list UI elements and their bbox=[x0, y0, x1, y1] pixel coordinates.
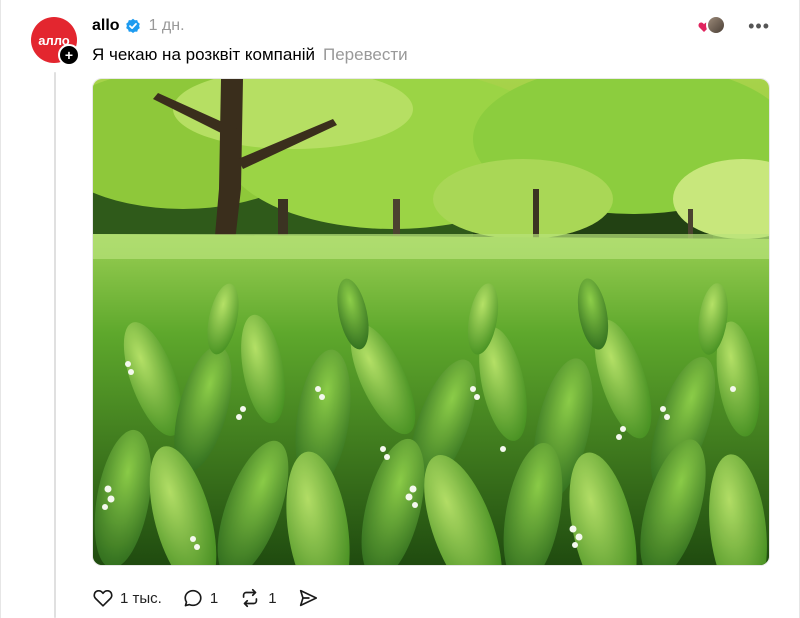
reply-count: 1 bbox=[209, 589, 219, 607]
repost-button[interactable]: 1 bbox=[238, 587, 277, 609]
share-button[interactable] bbox=[297, 587, 319, 609]
heart-icon bbox=[93, 589, 113, 607]
reply-button[interactable]: 1 bbox=[182, 587, 218, 609]
like-button[interactable]: 1 тыс. bbox=[92, 587, 162, 609]
post-header-tools: ••• bbox=[698, 15, 770, 37]
post-timestamp: 1 дн. bbox=[148, 17, 185, 34]
author-avatar-container[interactable]: алло + bbox=[31, 17, 80, 66]
like-count: 1 тыс. bbox=[120, 589, 162, 607]
repost-count: 1 bbox=[268, 589, 277, 607]
post-header: allo 1 дн. bbox=[92, 15, 185, 37]
translate-link[interactable]: Перевести bbox=[323, 45, 408, 64]
post-image[interactable] bbox=[92, 78, 770, 566]
post-body: Я чекаю на розквіт компаній Перевести bbox=[92, 45, 408, 65]
page-left-border bbox=[0, 0, 1, 618]
follow-button[interactable]: + bbox=[58, 44, 80, 66]
thread-line bbox=[54, 72, 56, 618]
send-icon bbox=[299, 589, 317, 607]
post-actions-bar: 1 тыс. 1 1 bbox=[92, 585, 339, 611]
more-options-icon[interactable]: ••• bbox=[748, 17, 770, 35]
comment-icon bbox=[184, 589, 202, 607]
author-username[interactable]: allo bbox=[92, 17, 120, 35]
lily-of-the-valley-photo bbox=[93, 79, 769, 565]
verified-badge-icon bbox=[125, 18, 141, 34]
liked-by-indicator[interactable] bbox=[698, 15, 727, 37]
plus-icon: + bbox=[64, 47, 74, 63]
repost-icon bbox=[242, 588, 258, 608]
reactor-avatar bbox=[706, 15, 727, 35]
post-text: Я чекаю на розквіт компаній bbox=[92, 45, 315, 64]
